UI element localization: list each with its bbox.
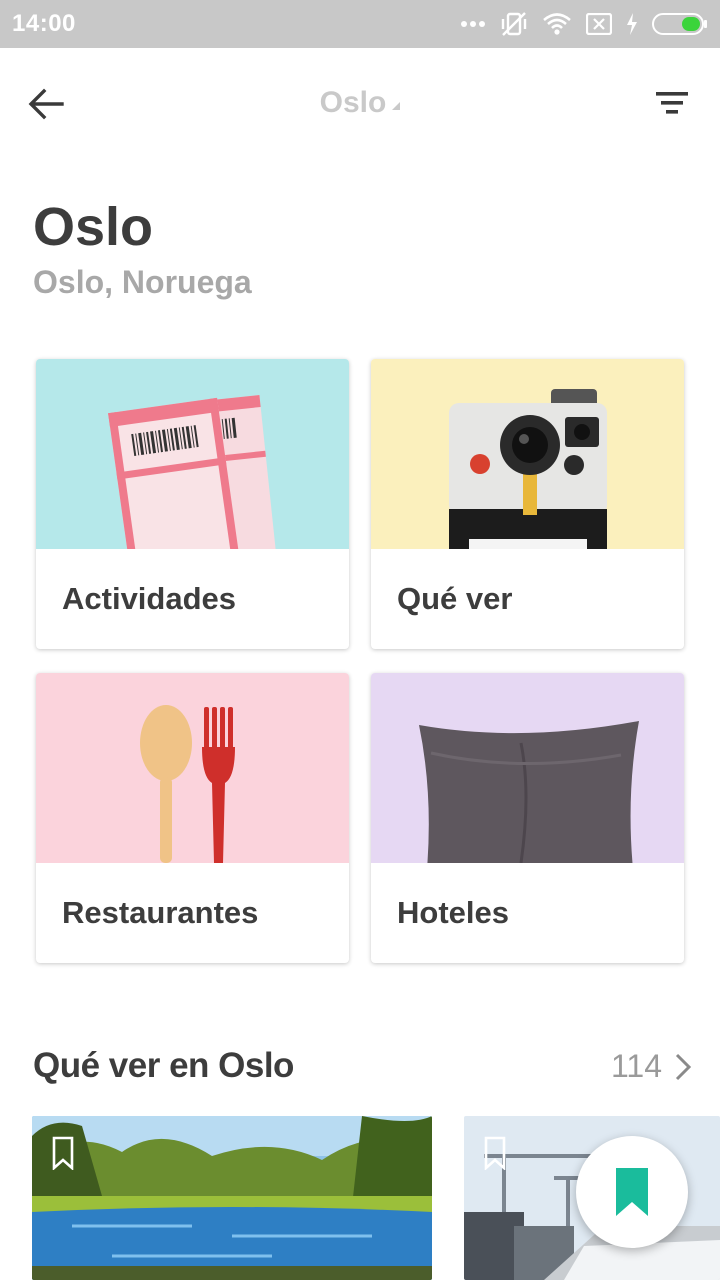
status-time: 14:00 xyxy=(12,10,76,37)
section-title: Qué ver en Oslo xyxy=(33,1046,294,1085)
status-bar: 14:00 xyxy=(0,0,720,48)
sim-off-icon xyxy=(586,13,612,35)
saved-fab-button[interactable] xyxy=(576,1136,688,1248)
place-card-1[interactable] xyxy=(32,1116,432,1280)
category-card-activities[interactable]: Actividades xyxy=(36,359,349,649)
caret-icon xyxy=(392,102,401,110)
battery-icon xyxy=(652,13,707,35)
bookmark-outline-icon[interactable] xyxy=(52,1136,74,1170)
category-card-sights[interactable]: Qué ver xyxy=(371,359,684,649)
camera-image xyxy=(371,359,684,549)
filter-button[interactable] xyxy=(652,86,692,122)
category-card-hotels[interactable]: Hoteles xyxy=(371,673,684,963)
page-subtitle: Oslo, Noruega xyxy=(33,264,252,300)
wifi-icon xyxy=(543,13,571,35)
bookmark-icon xyxy=(616,1168,648,1216)
app-bar: Oslo xyxy=(0,48,720,160)
filter-icon xyxy=(656,92,688,114)
section-count: 114 xyxy=(610,1048,662,1084)
status-icons xyxy=(460,10,708,38)
bookmark-outline-icon[interactable] xyxy=(484,1136,506,1170)
page-title: Oslo xyxy=(33,197,154,257)
category-label: Qué ver xyxy=(397,581,513,616)
chevron-right-icon xyxy=(675,1053,692,1080)
app-bar-title-text: Oslo xyxy=(319,86,387,119)
cutlery-image xyxy=(36,673,349,863)
category-label: Hoteles xyxy=(397,895,509,930)
category-card-restaurants[interactable]: Restaurantes xyxy=(36,673,349,963)
charging-icon xyxy=(627,13,637,35)
pillow-image xyxy=(371,673,684,863)
park-lake-photo xyxy=(32,1116,432,1280)
category-label: Actividades xyxy=(62,581,237,616)
more-icon xyxy=(461,21,485,27)
app-bar-title[interactable]: Oslo xyxy=(0,86,720,120)
category-label: Restaurantes xyxy=(62,895,259,930)
tickets-image xyxy=(36,359,349,549)
vibrate-off-icon xyxy=(501,12,527,36)
section-see-all[interactable]: 114 xyxy=(611,1048,692,1085)
